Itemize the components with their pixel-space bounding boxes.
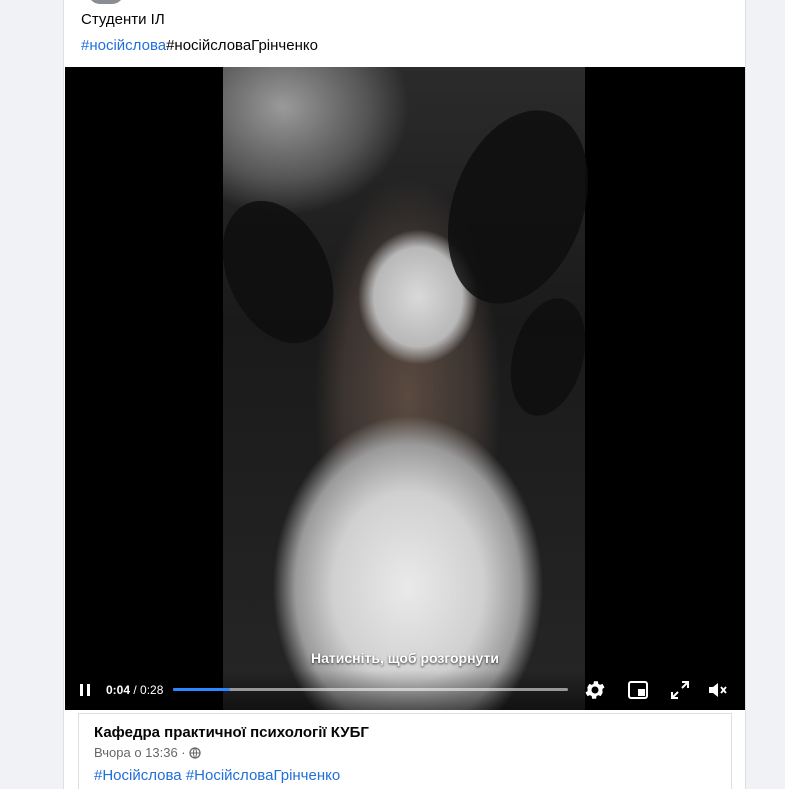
- fullscreen-icon[interactable]: [668, 678, 692, 702]
- shared-post-hashtags: #Носійслова #НосійсловаГрінченко: [94, 767, 340, 784]
- post-timestamp: Вчора о 13:36 ·: [94, 745, 201, 762]
- time-separator: /: [130, 683, 141, 697]
- video-controls: 0:04 / 0:28: [65, 670, 745, 710]
- picture-in-picture-icon[interactable]: [626, 678, 650, 702]
- background-shape: [422, 90, 614, 324]
- hashtag-link[interactable]: #носійслова: [81, 37, 166, 54]
- time-display: 0:04 / 0:28: [106, 683, 163, 697]
- page-name[interactable]: Кафедра практичної психології КУБГ: [94, 724, 369, 741]
- video-player[interactable]: Натисніть, щоб розгорнути 0:04 / 0:28: [65, 67, 745, 710]
- progress-bar[interactable]: [173, 688, 568, 691]
- background-shape: [498, 289, 598, 425]
- time-current: 0:04: [106, 683, 131, 697]
- progress-fill: [173, 688, 231, 691]
- video-frame[interactable]: [200, 67, 614, 710]
- globe-icon: [189, 747, 201, 762]
- volume-muted-icon[interactable]: [706, 678, 730, 702]
- hashtag-link[interactable]: #НосійсловаГрінченко: [186, 767, 340, 784]
- gear-icon[interactable]: [583, 678, 607, 702]
- timestamp-text[interactable]: Вчора о 13:36 ·: [94, 745, 186, 760]
- post-hashtags: #носійслова#носійсловаГрінченко: [81, 37, 318, 54]
- post-text-line: Студенти ІЛ: [81, 11, 165, 28]
- pause-icon[interactable]: [77, 682, 93, 698]
- expand-hint[interactable]: Натисніть, щоб розгорнути: [65, 650, 745, 666]
- hashtag-plain: #носійсловаГрінченко: [166, 37, 318, 54]
- background-shape: [200, 182, 356, 362]
- hashtag-link[interactable]: #Носійслова: [94, 767, 182, 784]
- shared-post-header: Кафедра практичної психології КУБГ Вчора…: [78, 713, 732, 789]
- time-total: 0:28: [140, 683, 164, 697]
